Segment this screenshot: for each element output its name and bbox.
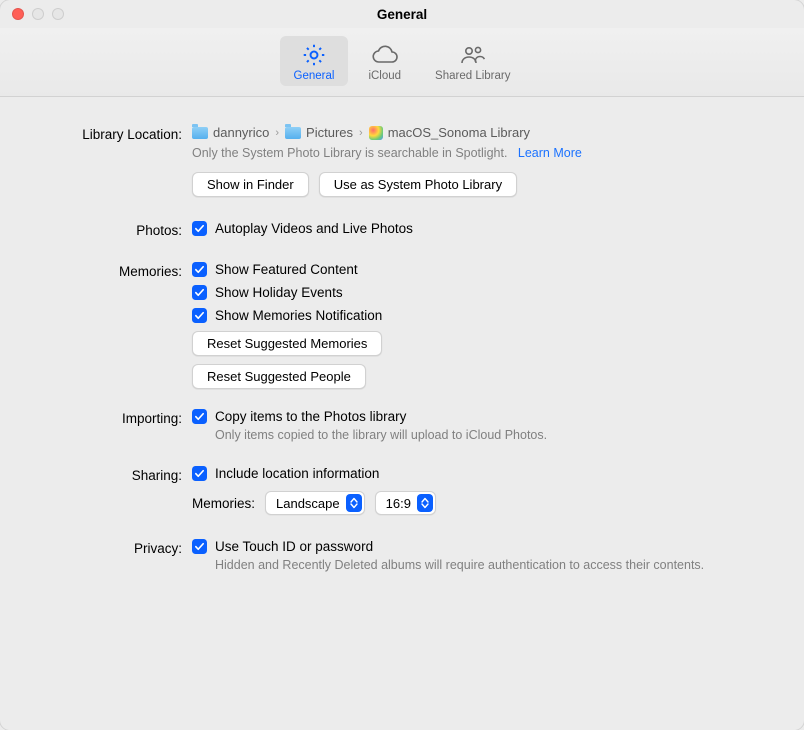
tab-shared-library-label: Shared Library	[435, 70, 510, 82]
library-hint: Only the System Photo Library is searcha…	[192, 146, 507, 160]
show-in-finder-button[interactable]: Show in Finder	[192, 172, 309, 197]
cloud-icon	[370, 42, 400, 68]
tab-shared-library[interactable]: Shared Library	[421, 36, 524, 86]
photos-label: Photos:	[34, 221, 192, 238]
checkbox-checked-icon	[192, 409, 207, 424]
library-path: dannyrico › Pictures › macOS_Sonoma Libr…	[192, 125, 770, 140]
chevron-right-icon: ›	[359, 127, 363, 139]
folder-icon	[285, 127, 301, 139]
tab-icloud-label: iCloud	[368, 70, 401, 82]
reset-suggested-people-button[interactable]: Reset Suggested People	[192, 364, 366, 389]
show-holiday-checkbox[interactable]: Show Holiday Events	[192, 285, 770, 300]
path-segment-user[interactable]: dannyrico	[192, 125, 269, 140]
titlebar: General	[0, 0, 804, 28]
library-location-label: Library Location:	[34, 125, 192, 142]
aspect-ratio-select[interactable]: 16:9	[375, 491, 436, 515]
copy-items-checkbox[interactable]: Copy items to the Photos library	[192, 409, 770, 424]
sharing-label: Sharing:	[34, 466, 192, 483]
tab-icloud[interactable]: iCloud	[354, 36, 415, 86]
privacy-hint: Hidden and Recently Deleted albums will …	[215, 558, 725, 572]
checkbox-checked-icon	[192, 262, 207, 277]
autoplay-checkbox[interactable]: Autoplay Videos and Live Photos	[192, 221, 770, 236]
window-title: General	[0, 7, 804, 22]
photos-library-icon	[369, 126, 383, 140]
importing-label: Importing:	[34, 409, 192, 426]
tab-general-label: General	[294, 70, 335, 82]
privacy-label: Privacy:	[34, 539, 192, 556]
path-segment-pictures[interactable]: Pictures	[285, 125, 353, 140]
toolbar: General iCloud Shared Library	[0, 28, 804, 97]
folder-icon	[192, 127, 208, 139]
memories-label: Memories:	[34, 262, 192, 279]
checkbox-checked-icon	[192, 539, 207, 554]
updown-arrows-icon	[346, 494, 362, 512]
show-featured-checkbox[interactable]: Show Featured Content	[192, 262, 770, 277]
updown-arrows-icon	[417, 494, 433, 512]
reset-suggested-memories-button[interactable]: Reset Suggested Memories	[192, 331, 382, 356]
path-segment-library[interactable]: macOS_Sonoma Library	[369, 125, 530, 140]
content: Library Location: dannyrico › Pictures ›…	[0, 97, 804, 602]
include-location-checkbox[interactable]: Include location information	[192, 466, 770, 481]
chevron-right-icon: ›	[275, 127, 279, 139]
use-as-system-library-button[interactable]: Use as System Photo Library	[319, 172, 517, 197]
learn-more-link[interactable]: Learn More	[518, 146, 582, 160]
checkbox-checked-icon	[192, 285, 207, 300]
memories-format-label: Memories:	[192, 496, 255, 511]
checkbox-checked-icon	[192, 466, 207, 481]
orientation-select[interactable]: Landscape	[265, 491, 365, 515]
tab-general[interactable]: General	[280, 36, 349, 86]
show-memories-notification-checkbox[interactable]: Show Memories Notification	[192, 308, 770, 323]
gear-icon	[301, 42, 327, 68]
checkbox-checked-icon	[192, 308, 207, 323]
checkbox-checked-icon	[192, 221, 207, 236]
people-icon	[458, 42, 488, 68]
touchid-checkbox[interactable]: Use Touch ID or password	[192, 539, 770, 554]
importing-hint: Only items copied to the library will up…	[215, 428, 770, 442]
